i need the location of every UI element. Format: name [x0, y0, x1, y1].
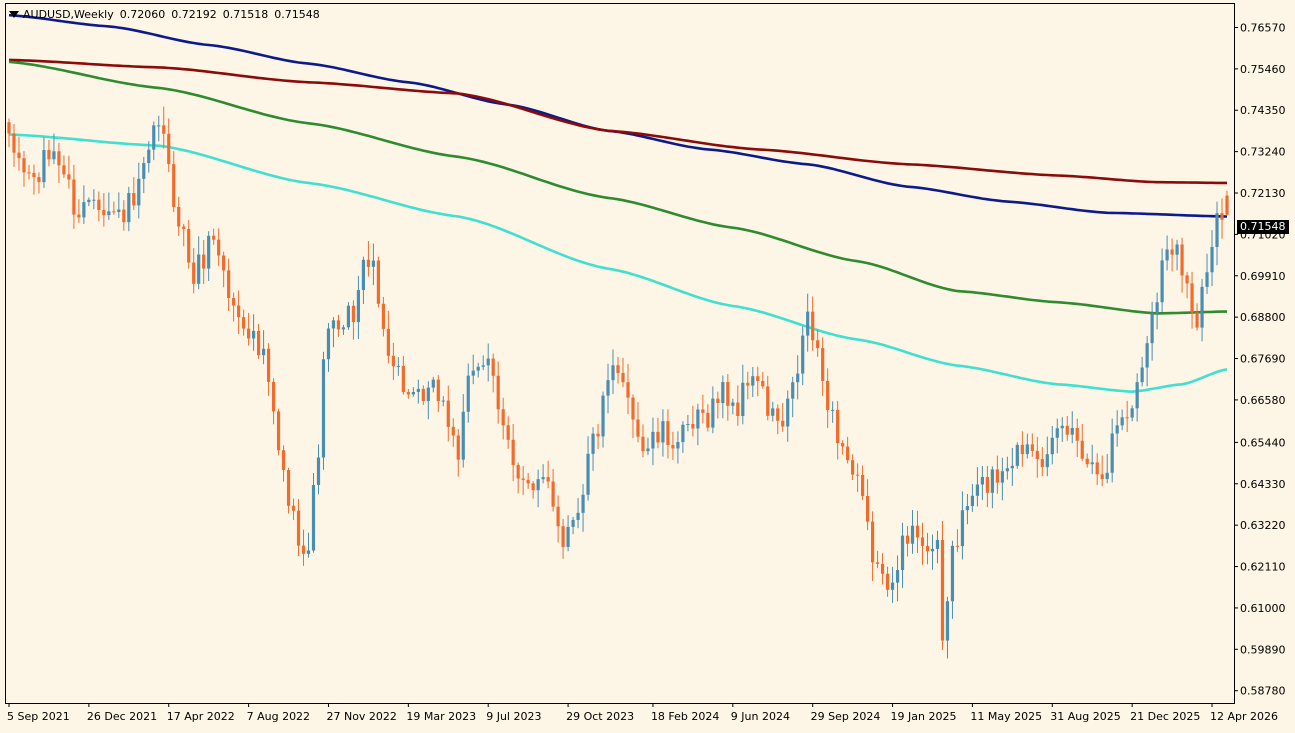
price-tick-label: 0.62110	[1240, 561, 1286, 574]
price-tick-label: 0.58780	[1240, 685, 1286, 698]
dropdown-triangle-icon[interactable]	[9, 11, 19, 18]
time-tick-label: 17 Apr 2022	[167, 710, 235, 723]
chart-window: 0.76570 0.75460 0.74350 0.73240 0.72130 0.710…	[0, 0, 1295, 733]
price-axis[interactable]: 0.765700.754600.743500.732400.721300.710…	[1234, 21, 1286, 698]
price-tick-label: 0.64330	[1240, 478, 1286, 491]
high-value: 0.72192	[171, 8, 217, 21]
time-tick-label: 9 Jun 2024	[731, 710, 790, 723]
low-value: 0.71518	[222, 8, 269, 21]
price-tick-label: 0.65440	[1240, 436, 1286, 449]
time-tick-label: 18 Feb 2024	[651, 710, 719, 723]
plot-frame	[5, 3, 1235, 704]
chart-header: AUDUSD,Weekly 0.72060 0.72192 0.71518 0.…	[9, 8, 320, 21]
time-tick-label: 19 Jan 2025	[891, 710, 957, 723]
time-axis[interactable]: 5 Sep 2021 26 Dec 2021 17 Apr 2022 7 Aug 20…	[7, 703, 1278, 723]
time-tick-label: 9 Jul 2023	[486, 710, 541, 723]
open-value: 0.72060	[119, 8, 166, 21]
price-tick-label: 0.75460	[1240, 63, 1286, 76]
price-tick-label: 0.68800	[1240, 311, 1286, 324]
price-tick-label: 0.67690	[1240, 353, 1286, 366]
price-tick-label: 0.74350	[1240, 104, 1286, 117]
time-tick-label: 29 Sep 2024	[811, 710, 881, 723]
time-tick-label: 21 Dec 2025	[1130, 710, 1200, 723]
price-tick-label: 0.63220	[1240, 519, 1286, 532]
price-tick-label: 0.72130	[1240, 187, 1286, 200]
time-tick-label: 5 Sep 2021	[7, 710, 70, 723]
price-tick-label: 0.73240	[1240, 146, 1286, 159]
symbol-timeframe: AUDUSD,Weekly	[23, 8, 114, 21]
price-tick-label: 0.59890	[1240, 643, 1286, 656]
time-tick-label: 11 May 2025	[970, 710, 1042, 723]
price-tick-label: 0.61000	[1240, 602, 1286, 615]
time-tick-label: 12 Apr 2026	[1210, 710, 1278, 723]
close-value: 0.71548	[274, 8, 320, 21]
time-tick-label: 27 Nov 2022	[326, 710, 396, 723]
time-tick-label: 29 Oct 2023	[566, 710, 634, 723]
time-tick-label: 19 Mar 2023	[406, 710, 476, 723]
time-tick-label: 31 Aug 2025	[1050, 710, 1120, 723]
time-tick-label: 7 Aug 2022	[247, 710, 310, 723]
price-tick-label: 0.66580	[1240, 394, 1286, 407]
time-tick-label: 26 Dec 2021	[87, 710, 157, 723]
price-tick-label: 0.69910	[1240, 270, 1286, 283]
current-price-tag: 0.71548	[1237, 220, 1289, 234]
price-tick-label: 0.76570	[1240, 21, 1286, 34]
